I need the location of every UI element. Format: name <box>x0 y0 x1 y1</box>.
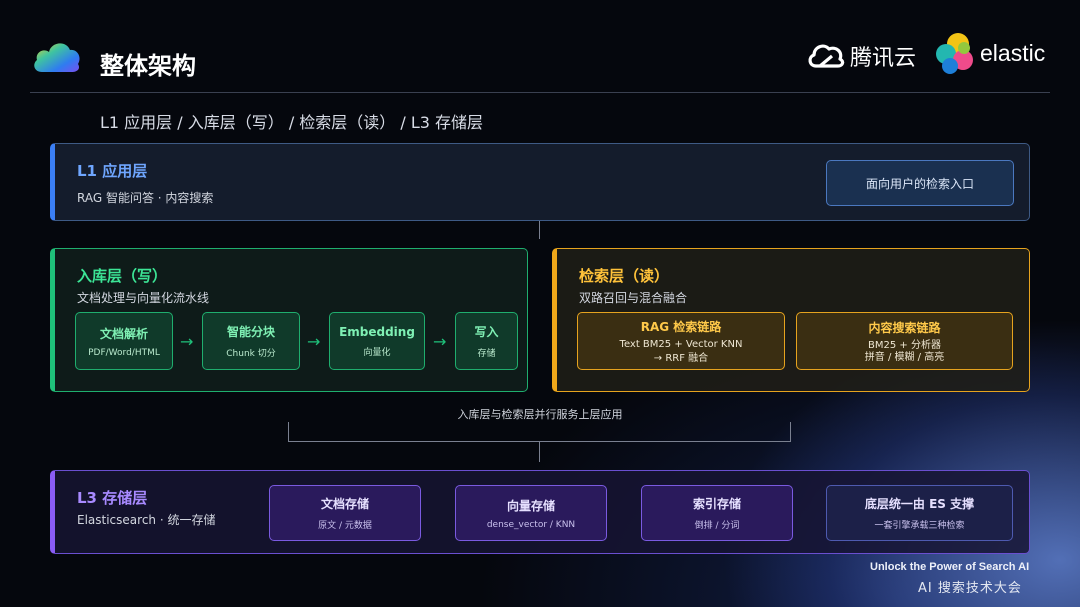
tencent-cloud-brand: 腾讯云 <box>850 46 917 71</box>
vector-storage: 向量存储 dense_vector / KNN <box>455 485 607 541</box>
step-title: 文档解析 <box>99 326 148 341</box>
chain-line1: Text BM25 + Vector KNN <box>619 338 743 350</box>
chain-title: RAG 检索链路 <box>640 319 722 334</box>
search-title: 检索层（读） <box>579 267 670 285</box>
l1-title: L1 应用层 <box>77 162 148 180</box>
es-unified-foundation: 底层统一由 ES 支撑 一套引擎承载三种检索 <box>826 485 1013 541</box>
elastic-logo-icon <box>934 32 976 76</box>
cloud-logo-icon <box>32 38 82 74</box>
store-subtitle: 倒排 / 分词 <box>694 521 740 531</box>
rag-retrieval-chain: RAG 检索链路 Text BM25 + Vector KNN → RRF 融合 <box>577 312 785 370</box>
header-divider <box>30 92 1050 93</box>
connector-l1-down <box>539 221 540 239</box>
step-title: 智能分块 <box>226 325 275 339</box>
chain-line1: BM25 + 分析器 <box>868 339 941 351</box>
chain-line2: 拼音 / 模糊 / 高亮 <box>864 351 945 363</box>
flow-arrow-icon: → <box>307 332 321 351</box>
step-subtitle: 存储 <box>477 349 496 359</box>
parallel-service-note: 入库层与检索层并行服务上层应用 <box>457 408 623 421</box>
document-storage: 文档存储 原文 / 元数据 <box>269 485 421 541</box>
step-document-parsing: 文档解析 PDF/Word/HTML <box>75 312 173 370</box>
store-subtitle: 一套引擎承载三种检索 <box>874 521 965 531</box>
flow-arrow-icon: → <box>180 332 194 351</box>
l3-description: Elasticsearch · 统一存储 <box>77 513 216 527</box>
bracket-left <box>288 422 289 442</box>
ingest-title: 入库层（写） <box>77 267 168 285</box>
store-title: 文档存储 <box>320 497 369 511</box>
flow-arrow-icon: → <box>433 332 447 351</box>
chain-title: 内容搜索链路 <box>868 320 941 335</box>
step-subtitle: 向量化 <box>363 347 391 358</box>
layer-overview-subtitle: L1 应用层 / 入库层（写） / 检索层（读） / L3 存储层 <box>100 113 484 132</box>
store-title: 向量存储 <box>506 498 555 513</box>
elastic-brand: elastic <box>980 40 1046 66</box>
page-title: 整体架构 <box>100 52 196 80</box>
index-storage: 索引存储 倒排 / 分词 <box>641 485 793 541</box>
connector-to-l3 <box>539 442 540 462</box>
chain-line2: → RRF 融合 <box>653 352 709 364</box>
event-tagline: Unlock the Power of Search AI <box>870 561 1030 573</box>
store-title: 索引存储 <box>692 497 741 511</box>
step-title: Embedding <box>339 324 415 339</box>
user-search-entry-box: 面向用户的检索入口 <box>826 160 1014 206</box>
step-title: 写入 <box>474 325 499 339</box>
step-subtitle: Chunk 切分 <box>226 349 276 359</box>
l1-description: RAG 智能问答 · 内容搜索 <box>77 191 214 205</box>
content-search-chain: 内容搜索链路 BM25 + 分析器 拼音 / 模糊 / 高亮 <box>796 312 1013 370</box>
store-subtitle: 原文 / 元数据 <box>318 521 372 531</box>
step-smart-chunking: 智能分块 Chunk 切分 <box>202 312 300 370</box>
step-write: 写入 存储 <box>455 312 518 370</box>
event-name: AI 搜索技术大会 <box>918 581 1022 596</box>
tencent-cloud-logo-icon <box>806 38 846 70</box>
step-embedding: Embedding 向量化 <box>329 312 425 370</box>
ingest-description: 文档处理与向量化流水线 <box>77 291 210 305</box>
step-subtitle: PDF/Word/HTML <box>88 347 160 358</box>
store-title: 底层统一由 ES 支撑 <box>864 497 975 511</box>
l3-title: L3 存储层 <box>77 489 148 507</box>
store-subtitle: dense_vector / KNN <box>486 519 576 530</box>
bracket-right <box>790 422 791 442</box>
search-description: 双路召回与混合融合 <box>579 291 688 305</box>
